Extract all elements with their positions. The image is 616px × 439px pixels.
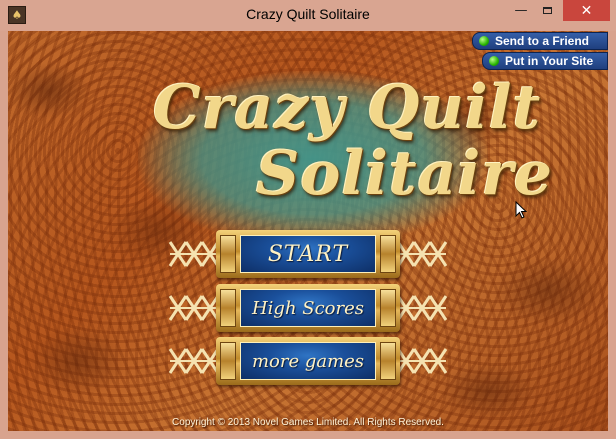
game-logo-line-1: Crazy Quilt <box>153 73 542 143</box>
send-to-friend-link[interactable]: Send to a Friend <box>472 32 608 50</box>
mouse-cursor-icon <box>515 201 527 219</box>
game-area: Crazy Quilt Solitaire Send to a Friend P… <box>8 31 608 431</box>
put-in-site-label: Put in Your Site <box>505 54 594 68</box>
more-games-label: more games <box>251 350 365 372</box>
app-window: ♠ Crazy Quilt Solitaire — ✕ Crazy Quilt … <box>0 0 616 439</box>
maximize-button[interactable] <box>534 0 561 21</box>
close-button[interactable]: ✕ <box>563 0 610 21</box>
more-games-row: more games <box>168 337 448 385</box>
high-scores-row: High Scores <box>168 284 448 332</box>
maximize-icon <box>543 7 552 14</box>
start-label: START <box>267 241 349 267</box>
title-bar[interactable]: ♠ Crazy Quilt Solitaire — ✕ <box>0 0 616 31</box>
more-games-button[interactable]: more games <box>216 337 400 385</box>
start-button[interactable]: START <box>216 230 400 278</box>
minimize-button[interactable]: — <box>508 0 534 21</box>
put-in-site-link[interactable]: Put in Your Site <box>482 52 608 70</box>
high-scores-label: High Scores <box>251 297 365 319</box>
status-dot-icon <box>489 56 499 66</box>
copyright-text: Copyright © 2013 Novel Games Limited. Al… <box>172 417 444 428</box>
game-logo-line-2: Solitaire <box>256 139 554 209</box>
start-row: START <box>168 230 448 278</box>
send-to-friend-label: Send to a Friend <box>495 34 590 48</box>
status-dot-icon <box>479 36 489 46</box>
high-scores-button[interactable]: High Scores <box>216 284 400 332</box>
